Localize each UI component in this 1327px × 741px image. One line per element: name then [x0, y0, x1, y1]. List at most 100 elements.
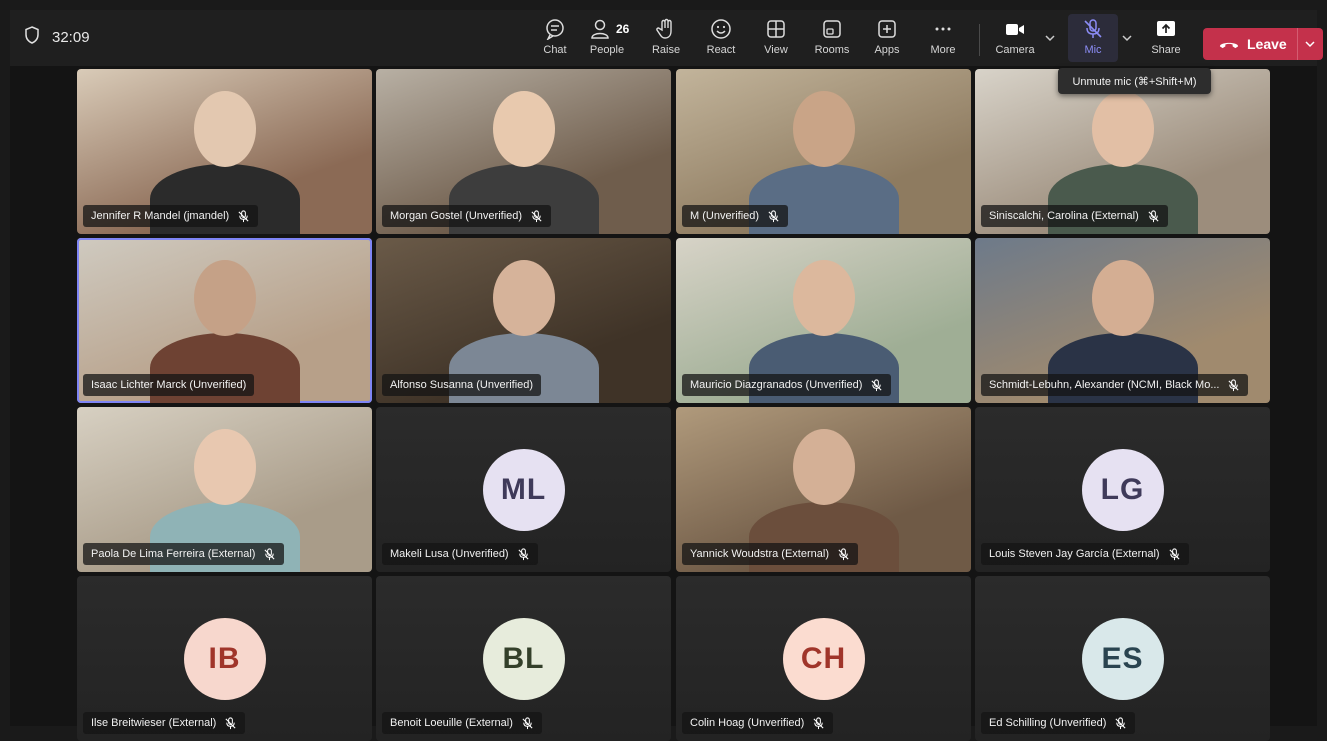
- participant-video-face: [193, 91, 256, 167]
- people-label: People: [589, 44, 625, 56]
- apps-label: Apps: [874, 44, 900, 56]
- share-button[interactable]: Share: [1141, 14, 1191, 62]
- participant-tile[interactable]: LG Louis Steven Jay García (External): [975, 407, 1270, 572]
- chat-button[interactable]: Chat: [530, 14, 580, 62]
- add-app-icon: [876, 18, 898, 40]
- participant-tile[interactable]: Jennifer R Mandel (jmandel): [77, 69, 372, 234]
- react-button[interactable]: React: [696, 14, 746, 62]
- mic-button[interactable]: Mic: [1068, 14, 1118, 62]
- participant-name-tag: Yannick Woudstra (External): [682, 543, 858, 565]
- mic-muted-icon: [224, 716, 237, 730]
- mic-muted-icon: [521, 716, 534, 730]
- mic-muted-icon: [1082, 18, 1104, 40]
- avatar: IB: [183, 618, 266, 700]
- participant-video-face: [492, 260, 555, 336]
- mic-tooltip: Unmute mic (⌘+Shift+M): [1058, 68, 1211, 94]
- mic-muted-icon: [767, 209, 780, 223]
- react-label: React: [706, 44, 736, 56]
- participant-video-face: [792, 429, 855, 505]
- share-icon: [1155, 18, 1177, 40]
- more-button[interactable]: More: [918, 14, 968, 62]
- mic-muted-icon: [530, 209, 543, 223]
- participant-name: Ilse Breitwieser (External): [91, 717, 217, 729]
- rooms-icon: [821, 18, 843, 40]
- participant-name-tag: Colin Hoag (Unverified): [682, 712, 834, 734]
- participant-name-tag: Makeli Lusa (Unverified): [382, 543, 538, 565]
- avatar: ML: [482, 449, 565, 531]
- shield-icon: [24, 26, 40, 48]
- participant-tile[interactable]: Yannick Woudstra (External): [676, 407, 971, 572]
- toolbar-divider: [979, 24, 980, 56]
- mic-muted-icon: [1114, 716, 1127, 730]
- avatar: ES: [1081, 618, 1164, 700]
- participant-tile[interactable]: Morgan Gostel (Unverified): [376, 69, 671, 234]
- participant-tile[interactable]: IB Ilse Breitwieser (External): [77, 576, 372, 741]
- participant-video-face: [1091, 91, 1154, 167]
- participant-name-tag: Paola De Lima Ferreira (External): [83, 543, 285, 565]
- participant-name-tag: Jennifer R Mandel (jmandel): [83, 205, 259, 227]
- apps-button[interactable]: Apps: [862, 14, 912, 62]
- participant-name-tag: Schmidt-Lebuhn, Alexander (NCMI, Black M…: [981, 374, 1249, 396]
- people-icon: 26: [591, 18, 629, 40]
- participant-video-face: [492, 91, 555, 167]
- participant-name-tag: Ed Schilling (Unverified): [981, 712, 1136, 734]
- participant-tile[interactable]: Paola De Lima Ferreira (External): [77, 407, 372, 572]
- participant-tile[interactable]: M (Unverified): [676, 69, 971, 234]
- participant-tile[interactable]: Schmidt-Lebuhn, Alexander (NCMI, Black M…: [975, 238, 1270, 403]
- participant-name-tag: M (Unverified): [682, 205, 789, 227]
- participant-name-tag: Alfonso Susanna (Unverified): [382, 374, 542, 396]
- people-count-badge: 26: [616, 22, 630, 36]
- participant-name: Benoit Loeuille (External): [390, 717, 513, 729]
- participant-tile[interactable]: Mauricio Diazgranados (Unverified): [676, 238, 971, 403]
- participant-tile[interactable]: ES Ed Schilling (Unverified): [975, 576, 1270, 741]
- participant-name-tag: Morgan Gostel (Unverified): [382, 205, 552, 227]
- participant-tile[interactable]: BL Benoit Loeuille (External): [376, 576, 671, 741]
- participant-name-tag: Siniscalchi, Carolina (External): [981, 205, 1168, 227]
- avatar: LG: [1081, 449, 1164, 531]
- participant-tile[interactable]: Isaac Lichter Marck (Unverified): [77, 238, 372, 403]
- participant-video-face: [193, 429, 256, 505]
- leave-divider: [1297, 28, 1298, 60]
- view-button[interactable]: View: [751, 14, 801, 62]
- participant-video-face: [193, 260, 256, 336]
- participant-name: Louis Steven Jay García (External): [989, 548, 1160, 560]
- participant-name: Ed Schilling (Unverified): [989, 717, 1107, 729]
- smiley-icon: [710, 18, 732, 40]
- avatar: BL: [482, 618, 565, 700]
- participant-name: Alfonso Susanna (Unverified): [390, 379, 534, 391]
- participant-name-tag: Ilse Breitwieser (External): [83, 712, 246, 734]
- participant-name-tag: Mauricio Diazgranados (Unverified): [682, 374, 892, 396]
- leave-options-button[interactable]: [1298, 38, 1323, 50]
- mic-muted-icon: [1147, 209, 1160, 223]
- participant-name: Morgan Gostel (Unverified): [390, 210, 523, 222]
- share-label: Share: [1151, 44, 1181, 56]
- more-label: More: [930, 44, 956, 56]
- mic-options-chevron-icon[interactable]: [1121, 32, 1133, 44]
- participant-name: Colin Hoag (Unverified): [690, 717, 805, 729]
- rooms-button[interactable]: Rooms: [807, 14, 857, 62]
- participant-name-tag: Benoit Loeuille (External): [382, 712, 542, 734]
- participant-video-face: [1091, 260, 1154, 336]
- raise-hand-button[interactable]: Raise: [641, 14, 691, 62]
- people-button[interactable]: 26 People: [582, 14, 632, 62]
- camera-options-chevron-icon[interactable]: [1044, 32, 1056, 44]
- hang-up-icon: [1219, 42, 1239, 48]
- grid-view-icon: [765, 18, 787, 40]
- participant-name: Yannick Woudstra (External): [690, 548, 829, 560]
- mic-muted-icon: [237, 209, 250, 223]
- camera-button[interactable]: Camera: [990, 14, 1040, 62]
- participant-tile[interactable]: Alfonso Susanna (Unverified): [376, 238, 671, 403]
- mic-label: Mic: [1084, 44, 1102, 56]
- raise-label: Raise: [651, 44, 681, 56]
- participant-tile[interactable]: ML Makeli Lusa (Unverified): [376, 407, 671, 572]
- participant-tile[interactable]: CH Colin Hoag (Unverified): [676, 576, 971, 741]
- participant-name: Paola De Lima Ferreira (External): [91, 548, 256, 560]
- more-dots-icon: [932, 18, 954, 40]
- chat-label: Chat: [543, 44, 567, 56]
- participant-name-tag: Isaac Lichter Marck (Unverified): [83, 374, 255, 396]
- camera-icon: [1004, 18, 1026, 40]
- leave-button-group: Leave: [1203, 28, 1323, 60]
- leave-button[interactable]: Leave: [1203, 36, 1297, 52]
- chat-icon: [544, 18, 566, 40]
- participant-video-face: [792, 91, 855, 167]
